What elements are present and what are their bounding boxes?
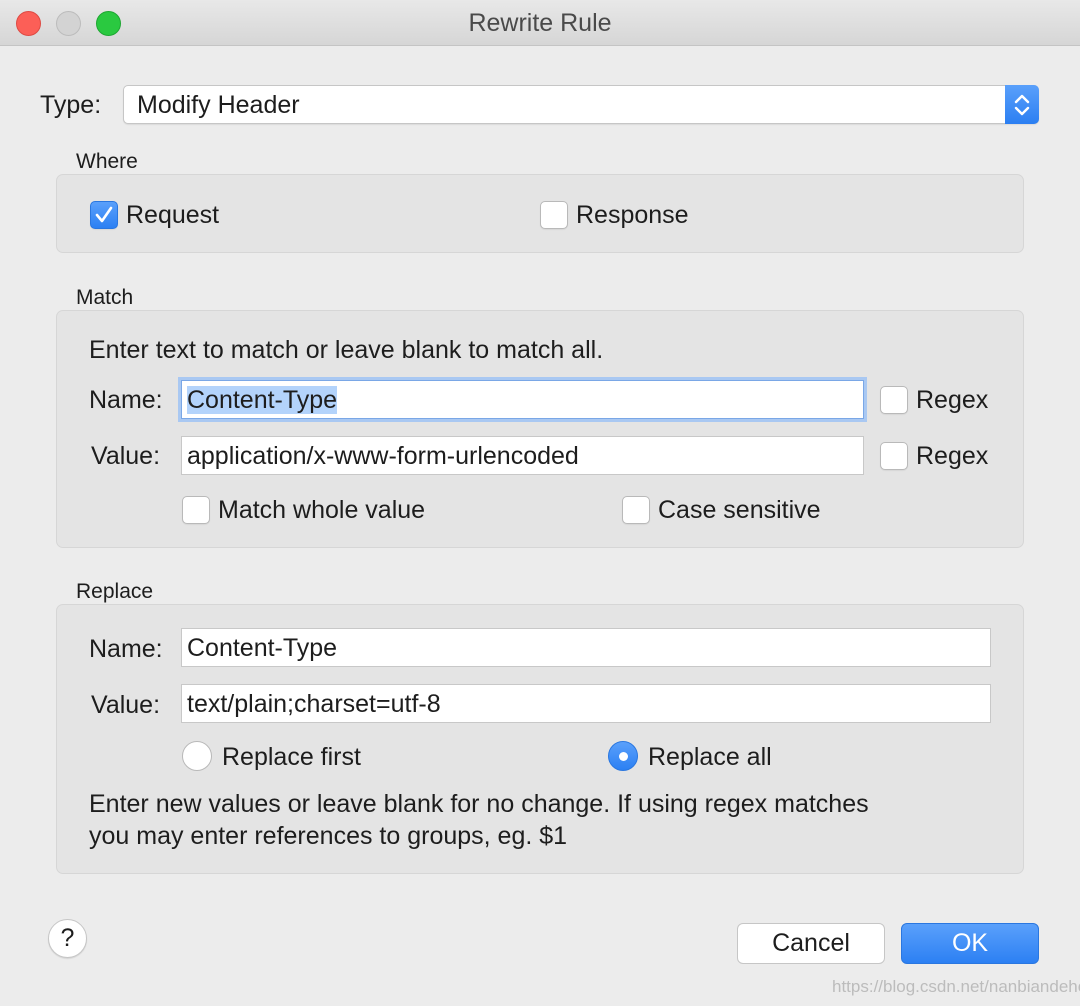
match-name-input[interactable]: Content-Type (181, 380, 864, 419)
select-chevrons-icon (1005, 85, 1039, 124)
replace-first-radio[interactable] (182, 741, 212, 771)
watermark: https://blog.csdn.net/nanbiandehe (832, 977, 1080, 996)
cancel-button[interactable]: Cancel (737, 923, 885, 964)
checkmark-icon (95, 206, 113, 223)
match-value-input[interactable]: application/x-www-form-urlencoded (181, 436, 864, 475)
replace-name-value: Content-Type (187, 634, 338, 662)
match-instructions: Enter text to match or leave blank to ma… (89, 336, 604, 364)
match-whole-value-label[interactable]: Match whole value (218, 496, 425, 525)
replace-value-label: Value: (91, 691, 161, 719)
match-group: Enter text to match or leave blank to ma… (56, 310, 1024, 548)
request-checkbox[interactable] (90, 201, 118, 229)
help-button[interactable]: ? (48, 919, 87, 958)
match-heading: Match (76, 286, 134, 309)
match-whole-value-checkbox[interactable] (182, 496, 210, 524)
response-checkbox[interactable] (540, 201, 568, 229)
match-value-regex-checkbox[interactable] (880, 442, 908, 470)
response-label[interactable]: Response (576, 201, 689, 230)
match-name-regex-label[interactable]: Regex (916, 386, 988, 415)
match-value-regex-label[interactable]: Regex (916, 442, 988, 471)
case-sensitive-label[interactable]: Case sensitive (658, 496, 821, 525)
ok-button[interactable]: OK (901, 923, 1039, 964)
replace-help-line-2: you may enter references to groups, eg. … (89, 822, 568, 850)
replace-name-label: Name: (89, 635, 163, 663)
replace-heading: Replace (76, 580, 154, 603)
replace-help-line-1: Enter new values or leave blank for no c… (89, 790, 869, 818)
replace-value-input[interactable]: text/plain;charset=utf-8 (181, 684, 991, 723)
replace-all-label[interactable]: Replace all (648, 743, 772, 772)
match-name-value: Content-Type (187, 386, 338, 414)
rewrite-rule-dialog: Rewrite Rule Type: Modify Header Where R… (0, 0, 1080, 1006)
match-name-regex-checkbox[interactable] (880, 386, 908, 414)
replace-group: Name: Content-Type Value: text/plain;cha… (56, 604, 1024, 874)
type-select[interactable]: Modify Header (123, 85, 1039, 124)
case-sensitive-checkbox[interactable] (622, 496, 650, 524)
replace-value-value: text/plain;charset=utf-8 (187, 690, 441, 718)
match-name-label: Name: (89, 386, 163, 414)
where-heading: Where (76, 150, 138, 173)
window-title: Rewrite Rule (468, 9, 612, 37)
request-label[interactable]: Request (126, 201, 219, 230)
replace-name-input[interactable]: Content-Type (181, 628, 991, 667)
title-bar: Rewrite Rule (0, 0, 1080, 46)
where-group: Request Response (56, 174, 1024, 253)
replace-first-label[interactable]: Replace first (222, 743, 361, 772)
type-label: Type: (40, 91, 102, 119)
match-value-label: Value: (91, 442, 161, 470)
replace-all-radio[interactable] (608, 741, 638, 771)
type-select-value: Modify Header (137, 91, 300, 119)
match-value-value: application/x-www-form-urlencoded (187, 442, 579, 470)
